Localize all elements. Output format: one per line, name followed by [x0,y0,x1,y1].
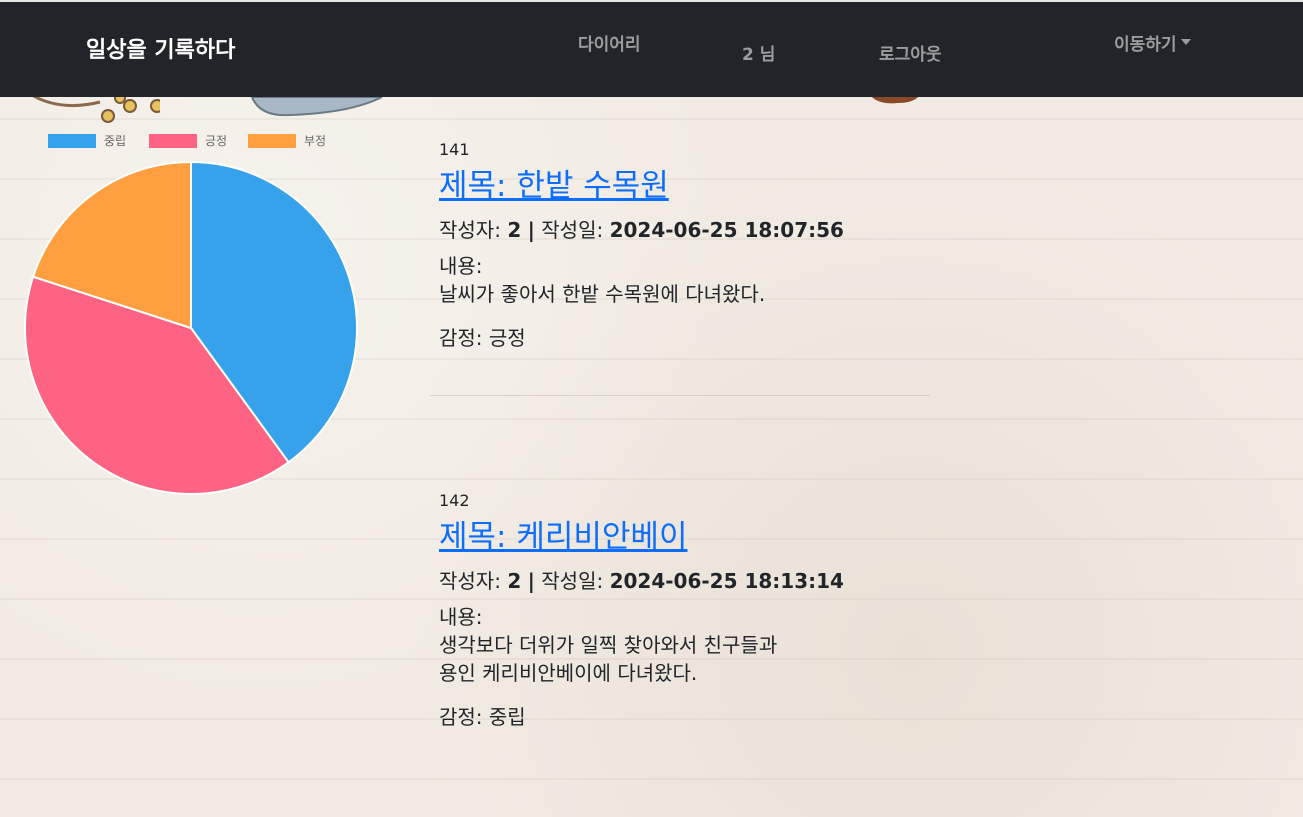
post-id: 142 [439,491,470,510]
author-value: 2 [507,569,522,593]
decorative-doodle-left [29,92,160,123]
date-label: 작성일: [541,569,604,593]
diary-post: 141 제목: 한밭 수목원 작성자: 2 | 작성일: 2024-06-25 … [439,138,1219,352]
meta-separator: | [527,218,535,242]
nav-logout-link[interactable]: 로그아웃 [879,40,942,65]
decorative-doodle-center [250,96,383,117]
legend-label-positive: 긍정 [205,134,228,148]
date-label: 작성일: [541,218,604,242]
top-navbar: 일상을 기록하다 다이어리 2 님 로그아웃 이동하기 [0,0,1303,97]
post-emotion: 감정: 긍정 [439,326,526,350]
legend-swatch-positive [149,134,197,148]
brand-logo[interactable]: 일상을 기록하다 [86,32,235,64]
date-value: 2024-06-25 18:13:14 [609,569,844,593]
nav-move-label: 이동하기 [1114,35,1177,55]
legend-label-neutral: 중립 [104,134,127,148]
nav-move-dropdown[interactable]: 이동하기 [1114,30,1191,55]
post-meta: 작성자: 2 | 작성일: 2024-06-25 18:13:14 [439,567,1219,595]
post-title-link[interactable]: 제목: 케리비안베이 [439,517,687,557]
author-label: 작성자: [439,218,501,242]
post-id: 141 [439,140,470,159]
post-content: 날씨가 좋아서 한밭 수목원에 다녀왔다. [439,282,766,306]
post-emotion: 감정: 중립 [439,705,526,729]
date-value: 2024-06-25 18:07:56 [609,218,844,242]
author-value: 2 [507,218,522,242]
legend-swatch-negative [248,134,296,148]
post-divider [430,395,930,396]
legend-label-negative: 부정 [304,134,327,148]
caret-down-icon [1180,39,1191,45]
content-label: 내용: [439,605,483,629]
legend-swatch-neutral [48,134,96,148]
author-label: 작성자: [439,569,501,593]
nav-diary-link[interactable]: 다이어리 [578,30,641,55]
content-label: 내용: [439,254,483,278]
emotion-pie-chart [24,160,358,495]
nav-user-link[interactable]: 2 님 [742,40,775,65]
diary-post: 142 제목: 케리비안베이 작성자: 2 | 작성일: 2024-06-25 … [439,489,1219,731]
meta-separator: | [527,569,535,593]
post-meta: 작성자: 2 | 작성일: 2024-06-25 18:07:56 [439,216,1219,244]
post-title-link[interactable]: 제목: 한밭 수목원 [439,166,669,206]
post-content: 생각보다 더위가 일찍 찾아와서 친구들과 용인 케리비안베이에 다녀왔다. [439,633,778,685]
